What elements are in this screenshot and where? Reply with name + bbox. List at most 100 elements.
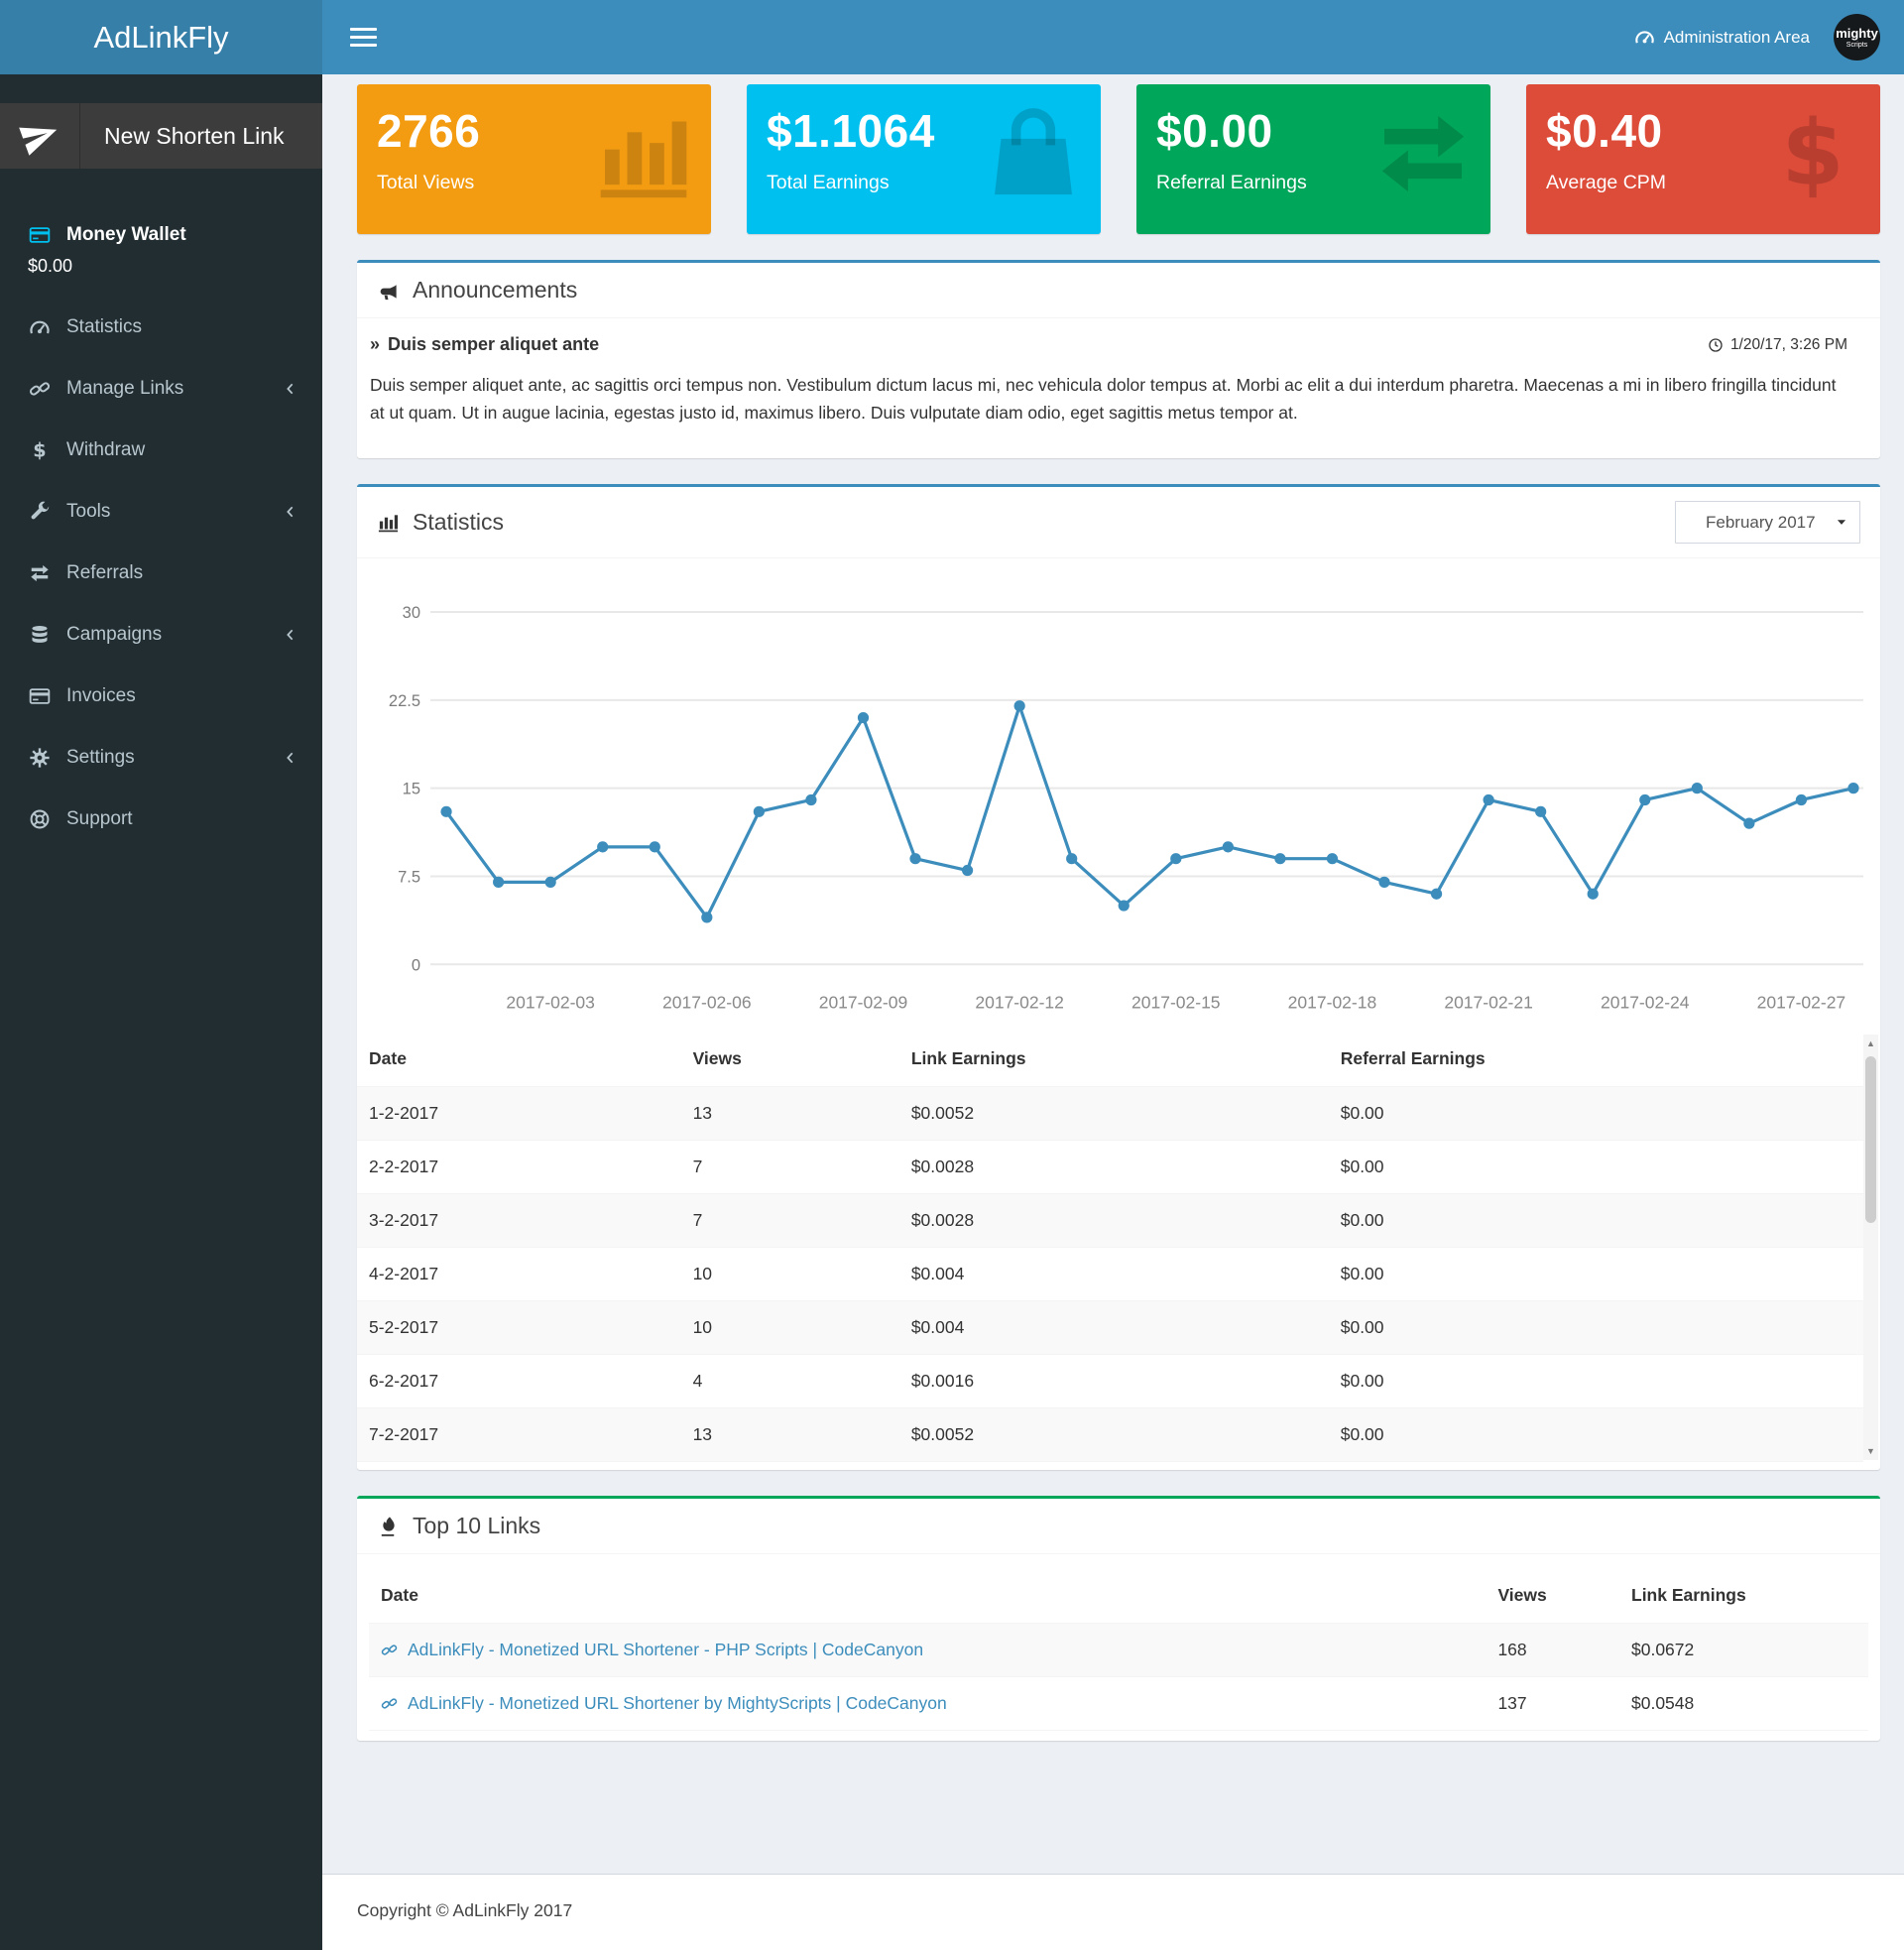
svg-text:2017-02-27: 2017-02-27 xyxy=(1757,993,1846,1013)
stats-cell: 3-2-2017 xyxy=(357,1193,681,1247)
stats-cell: $0.004 xyxy=(899,1247,1329,1300)
svg-text:7.5: 7.5 xyxy=(398,869,420,887)
statistics-panel: Statistics February 2017 07.51522.530201… xyxy=(357,484,1880,1469)
sidebar-toggle-button[interactable] xyxy=(350,28,377,47)
announcements-panel: Announcements »Duis semper aliquet ante … xyxy=(357,260,1880,458)
sidebar-item-withdraw[interactable]: $ Withdraw xyxy=(0,420,322,481)
sidebar-item-referrals[interactable]: Referrals xyxy=(0,543,322,604)
stats-row: 4-2-201710$0.004$0.00 xyxy=(357,1247,1863,1300)
stats-cell: $0.00 xyxy=(1329,1140,1863,1193)
sidebar-item-row: $ Withdraw xyxy=(28,439,295,461)
stats-col-link-earnings: Link Earnings xyxy=(899,1032,1329,1087)
sidebar-item-row: Manage Links xyxy=(28,378,295,400)
stats-cell: $0.0052 xyxy=(899,1407,1329,1461)
stats-cell: 7 xyxy=(681,1140,899,1193)
stats-cell: 2-2-2017 xyxy=(357,1140,681,1193)
top-link-row: AdLinkFly - Monetized URL Shortener by M… xyxy=(369,1676,1868,1730)
links-header-row: DateViewsLink Earnings xyxy=(369,1568,1868,1624)
stats-row: 3-2-20177$0.0028$0.00 xyxy=(357,1193,1863,1247)
top-link-anchor[interactable]: AdLinkFly - Monetized URL Shortener - PH… xyxy=(408,1640,923,1660)
stats-cell: 1-2-2017 xyxy=(357,1086,681,1140)
announcement-timestamp: 1/20/17, 3:26 PM xyxy=(1708,336,1847,354)
sidebar-item-row: Tools xyxy=(28,501,295,523)
stats-cell: $0.00 xyxy=(1329,1407,1863,1461)
sidebar-item-sub: $0.00 xyxy=(28,256,295,277)
avatar-subtext: Scripts xyxy=(1846,42,1867,49)
top-links-panel: Top 10 Links DateViewsLink EarningsAdLin… xyxy=(357,1496,1880,1741)
stat-card-total-earnings: $1.1064Total Earnings xyxy=(747,84,1101,234)
stats-cell: $0.004 xyxy=(899,1300,1329,1354)
top-link-cell: AdLinkFly - Monetized URL Shortener - PH… xyxy=(369,1623,1486,1676)
sidebar-item-support[interactable]: Support xyxy=(0,789,322,850)
scrollbar-up-arrow[interactable]: ▲ xyxy=(1863,1036,1878,1050)
sidebar-item-row: Campaigns xyxy=(28,624,295,646)
stats-col-date: Date xyxy=(357,1032,681,1087)
flame-icon xyxy=(377,1515,400,1537)
svg-text:2017-02-21: 2017-02-21 xyxy=(1444,993,1533,1013)
sidebar-item-money-wallet[interactable]: Money Wallet $0.00 xyxy=(0,204,322,297)
stats-header-row: DateViewsLink EarningsReferral Earnings xyxy=(357,1032,1863,1087)
user-avatar[interactable]: mighty Scripts xyxy=(1834,14,1880,61)
dollar-icon: $ xyxy=(1761,102,1864,205)
svg-text:2017-02-15: 2017-02-15 xyxy=(1131,993,1221,1013)
scrollbar-thumb[interactable] xyxy=(1865,1056,1876,1223)
sidebar-item-settings[interactable]: Settings xyxy=(0,727,322,789)
svg-text:15: 15 xyxy=(403,781,420,798)
top-link-anchor[interactable]: AdLinkFly - Monetized URL Shortener by M… xyxy=(408,1693,947,1714)
stat-card-referral-earnings: $0.00Referral Earnings xyxy=(1136,84,1490,234)
main-content: Dashboard Dashboard > Dashboard 2766Tota… xyxy=(322,0,1904,1741)
stats-cell: $0.00 xyxy=(1329,1247,1863,1300)
top-link-row: AdLinkFly - Monetized URL Shortener - PH… xyxy=(369,1623,1868,1676)
stats-row: 2-2-20177$0.0028$0.00 xyxy=(357,1140,1863,1193)
sidebar-item-label: Referrals xyxy=(66,562,143,584)
svg-text:2017-02-06: 2017-02-06 xyxy=(662,993,752,1013)
bar-chart-icon xyxy=(377,511,400,534)
sidebar-item-row: Money Wallet xyxy=(28,224,295,246)
sidebar-item-label: Withdraw xyxy=(66,439,145,461)
sidebar-item-label: Campaigns xyxy=(66,624,162,646)
sidebar-item-campaigns[interactable]: Campaigns xyxy=(0,604,322,666)
sidebar-item-row: Invoices xyxy=(28,685,295,707)
svg-text:2017-02-09: 2017-02-09 xyxy=(819,993,908,1013)
sidebar-item-row: Settings xyxy=(28,747,295,769)
links-col-link-earnings: Link Earnings xyxy=(1619,1568,1868,1624)
links-table-body: AdLinkFly - Monetized URL Shortener - PH… xyxy=(369,1623,1868,1730)
bar-chart-icon xyxy=(592,102,695,205)
links-col-views: Views xyxy=(1486,1568,1619,1624)
svg-text:$: $ xyxy=(1781,102,1844,205)
svg-text:2017-02-24: 2017-02-24 xyxy=(1601,993,1690,1013)
sidebar-item-invoices[interactable]: Invoices xyxy=(0,666,322,727)
stats-cell: 4 xyxy=(681,1354,899,1407)
links-table-head: DateViewsLink Earnings xyxy=(369,1568,1868,1624)
avatar-text: mighty xyxy=(1836,27,1878,40)
stat-cards-row: 2766Total Views$1.1064Total Earnings$0.0… xyxy=(357,84,1880,234)
new-shorten-link-button[interactable]: New Shorten Link xyxy=(0,103,322,169)
scrollbar-down-arrow[interactable]: ▼ xyxy=(1863,1444,1878,1458)
sidebar-item-label: Manage Links xyxy=(66,378,183,400)
top-link-earnings: $0.0548 xyxy=(1619,1676,1868,1730)
sidebar-item-manage-links[interactable]: Manage Links xyxy=(0,358,322,420)
table-scrollbar[interactable]: ▲ ▼ xyxy=(1863,1035,1878,1460)
exchange-icon xyxy=(28,562,52,584)
dollar-icon: $ xyxy=(28,439,52,461)
sidebar-item-label: Settings xyxy=(66,747,135,769)
sidebar-menu: Money Wallet $0.00 Statistics Manage Links $… xyxy=(0,204,322,850)
admin-area-link[interactable]: Administration Area xyxy=(1634,27,1810,48)
sidebar-item-label: Statistics xyxy=(66,316,142,338)
stats-row: 7-2-201713$0.0052$0.00 xyxy=(357,1407,1863,1461)
database-icon xyxy=(28,624,52,646)
svg-text:0: 0 xyxy=(412,957,420,975)
chevron-left-icon xyxy=(283,750,298,766)
top-link-cell: AdLinkFly - Monetized URL Shortener by M… xyxy=(369,1676,1486,1730)
admin-area-label: Administration Area xyxy=(1664,28,1810,48)
stats-cell: 10 xyxy=(681,1247,899,1300)
tachometer-icon xyxy=(28,316,52,338)
new-shorten-link-label: New Shorten Link xyxy=(80,103,322,169)
month-select[interactable]: February 2017 xyxy=(1675,501,1860,544)
stats-col-views: Views xyxy=(681,1032,899,1087)
top-link-views: 137 xyxy=(1486,1676,1619,1730)
sidebar-item-statistics[interactable]: Statistics xyxy=(0,297,322,358)
sidebar-item-tools[interactable]: Tools xyxy=(0,481,322,543)
stats-cell: $0.00 xyxy=(1329,1193,1863,1247)
app-logo[interactable]: AdLinkFly xyxy=(0,0,322,74)
